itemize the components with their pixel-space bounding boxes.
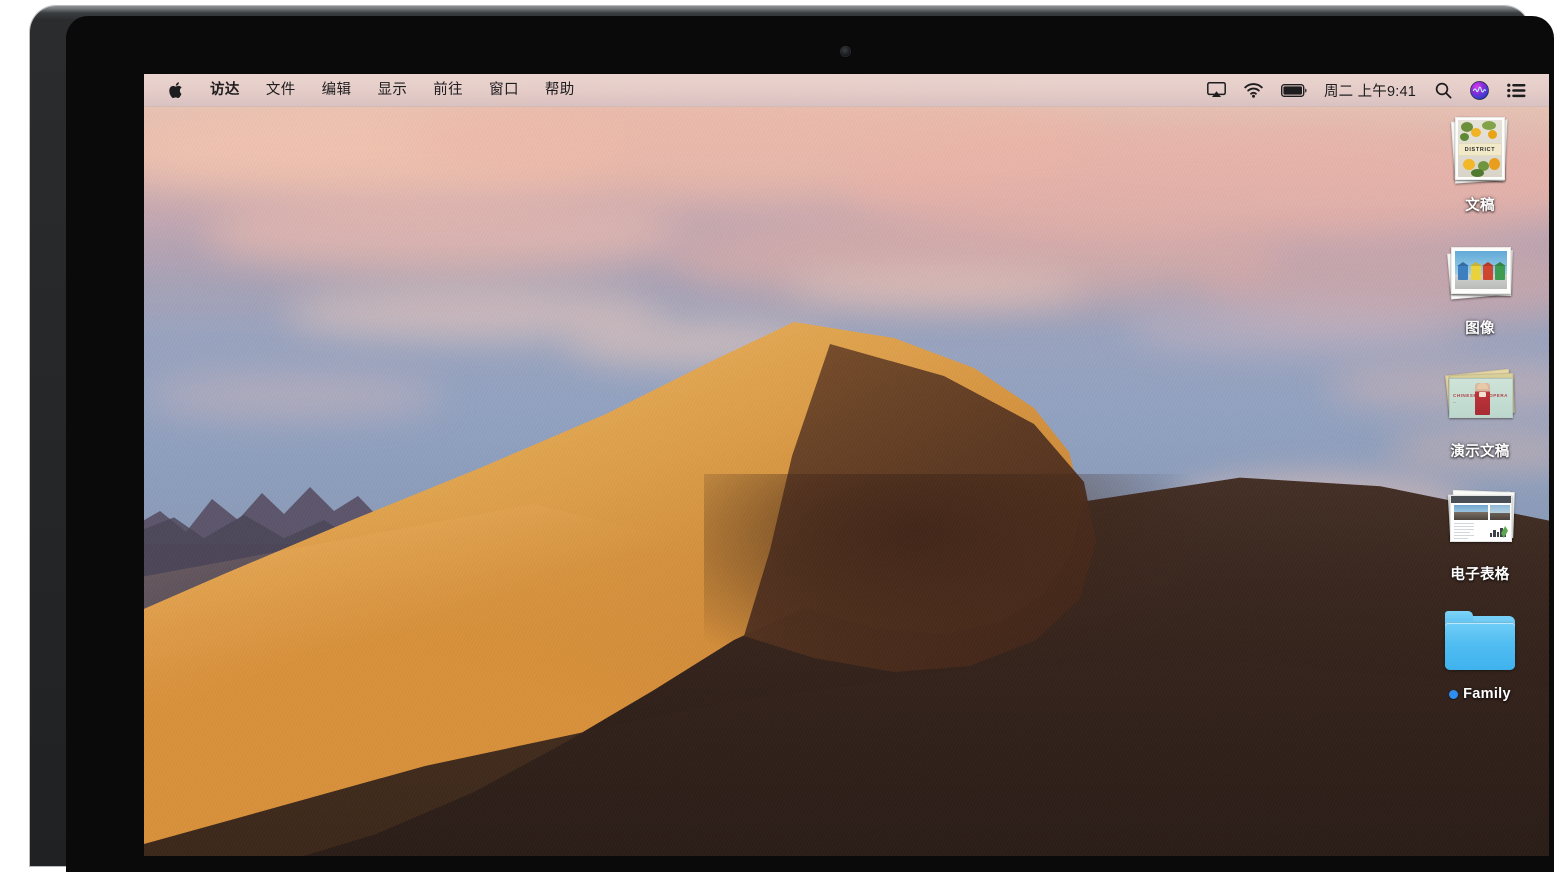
- slide-thumb-title: CHINESE: [1453, 393, 1477, 398]
- desktop-icon-documents-label: 文稿: [1465, 194, 1495, 215]
- menu-finder[interactable]: 访达: [197, 74, 253, 107]
- spotlight-search-icon[interactable]: [1426, 74, 1461, 107]
- screen: 访达 文件 编辑 显示 前往 窗口 帮助 周二 上午9:41 DISTRICT …: [144, 74, 1549, 856]
- laptop-body: 访达 文件 编辑 显示 前往 窗口 帮助 周二 上午9:41 DISTRICT …: [30, 6, 1554, 872]
- slide-thumb-subtitle: OPERA: [1489, 393, 1508, 398]
- desktop-icon-spreadsheets[interactable]: 电子表格: [1419, 481, 1541, 603]
- folder-icon: [1443, 606, 1517, 680]
- desktop-icon-family-label: Family: [1449, 686, 1511, 702]
- label-text: Family: [1463, 686, 1511, 702]
- label-text: 图像: [1465, 321, 1495, 337]
- facetime-camera-icon: [840, 46, 851, 57]
- desktop-icon-presentations[interactable]: CHINESE OPERA — 演示文稿: [1419, 358, 1541, 480]
- document-stack-icon: DISTRICT: [1443, 114, 1517, 188]
- menu-bar: 访达 文件 编辑 显示 前往 窗口 帮助 周二 上午9:41: [144, 74, 1549, 107]
- menu-bar-left: 访达 文件 编辑 显示 前往 窗口 帮助: [144, 74, 588, 107]
- menu-edit[interactable]: 编辑: [309, 74, 365, 107]
- menu-window[interactable]: 窗口: [476, 74, 532, 107]
- desktop-icon-presentations-label: 演示文稿: [1450, 440, 1509, 461]
- menu-view[interactable]: 显示: [364, 74, 420, 107]
- airplay-icon[interactable]: [1198, 74, 1235, 107]
- menu-bar-status-area: 周二 上午9:41: [1198, 74, 1549, 107]
- desktop-wallpaper: [144, 74, 1549, 856]
- menu-file[interactable]: 文件: [253, 74, 309, 107]
- shared-folder-dot-icon: [1449, 689, 1459, 699]
- desktop-icon-pictures[interactable]: 图像: [1419, 235, 1541, 357]
- display-bezel: 访达 文件 编辑 显示 前往 窗口 帮助 周二 上午9:41 DISTRICT …: [66, 16, 1554, 872]
- notification-center-icon[interactable]: [1498, 74, 1535, 107]
- desktop-icon-spreadsheets-label: 电子表格: [1450, 563, 1509, 584]
- document-thumb-title: DISTRICT: [1464, 146, 1496, 153]
- label-text: 文稿: [1465, 198, 1495, 214]
- desktop-icon-column: DISTRICT 文稿 图像 CHINESE OPERA — 演示文稿 电子表格…: [1417, 112, 1543, 717]
- desktop-icon-documents[interactable]: DISTRICT 文稿: [1419, 112, 1541, 234]
- menu-bar-clock[interactable]: 周二 上午9:41: [1316, 80, 1426, 101]
- spreadsheet-stack-icon: [1443, 483, 1517, 557]
- apple-logo-icon[interactable]: [156, 74, 197, 107]
- siri-icon[interactable]: [1461, 74, 1498, 107]
- photo-stack-icon: [1443, 237, 1517, 311]
- slide-stack-icon: CHINESE OPERA —: [1443, 360, 1517, 434]
- label-text: 电子表格: [1450, 567, 1510, 583]
- label-text: 演示文稿: [1450, 444, 1510, 460]
- desktop-icon-pictures-label: 图像: [1465, 317, 1495, 338]
- wifi-icon[interactable]: [1235, 74, 1272, 107]
- battery-icon[interactable]: [1272, 74, 1316, 107]
- menu-go[interactable]: 前往: [420, 74, 476, 107]
- menu-help[interactable]: 帮助: [532, 74, 588, 107]
- desktop-icon-family-folder[interactable]: Family: [1419, 604, 1541, 716]
